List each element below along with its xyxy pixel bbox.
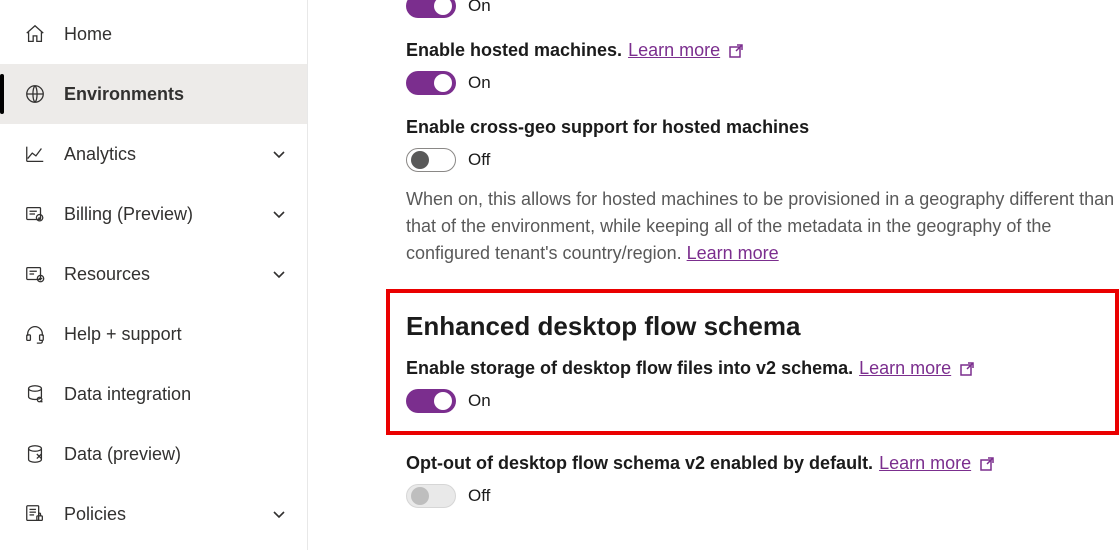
analytics-icon <box>24 143 46 165</box>
toggle-opt-out-v2-default <box>406 484 456 508</box>
setting-unknown-toggle: On <box>406 0 1119 18</box>
toggle-unknown[interactable] <box>406 0 456 18</box>
toggle-state-label: Off <box>468 486 490 506</box>
section-title: Enhanced desktop flow schema <box>406 311 1099 342</box>
external-link-icon <box>959 361 975 377</box>
billing-icon <box>24 203 46 225</box>
toggle-state-label: On <box>468 0 491 16</box>
learn-more-text: Learn more <box>628 40 720 61</box>
sidebar-item-label: Resources <box>64 264 271 285</box>
main-content: On Enable hosted machines. Learn more On… <box>308 0 1119 550</box>
toggle-state-label: Off <box>468 150 490 170</box>
learn-more-link[interactable]: Learn more <box>687 243 779 263</box>
setting-label-text: Enable cross-geo support for hosted mach… <box>406 117 809 138</box>
sidebar-item-label: Environments <box>64 84 287 105</box>
data-preview-icon <box>24 443 46 465</box>
sidebar-item-data-integration[interactable]: Data integration <box>0 364 307 424</box>
learn-more-text: Learn more <box>859 358 951 379</box>
learn-more-link[interactable]: Learn more <box>879 453 995 474</box>
globe-icon <box>24 83 46 105</box>
sidebar-item-label: Billing (Preview) <box>64 204 271 225</box>
home-icon <box>24 23 46 45</box>
learn-more-link[interactable]: Learn more <box>859 358 975 379</box>
sidebar-item-label: Analytics <box>64 144 271 165</box>
setting-description: When on, this allows for hosted machines… <box>406 186 1119 267</box>
toggle-cross-geo[interactable] <box>406 148 456 172</box>
chevron-down-icon <box>271 146 287 162</box>
highlighted-section: Enhanced desktop flow schema Enable stor… <box>386 289 1119 435</box>
chevron-down-icon <box>271 506 287 522</box>
setting-opt-out-v2-default: Opt-out of desktop flow schema v2 enable… <box>406 453 1119 508</box>
sidebar-item-policies[interactable]: Policies <box>0 484 307 544</box>
sidebar-item-label: Home <box>64 24 287 45</box>
chevron-down-icon <box>271 266 287 282</box>
sidebar: Home Environments Analytics Billing (Pre… <box>0 0 308 550</box>
learn-more-link[interactable]: Learn more <box>628 40 744 61</box>
sidebar-item-label: Data (preview) <box>64 444 287 465</box>
setting-cross-geo: Enable cross-geo support for hosted mach… <box>406 117 1119 267</box>
headset-icon <box>24 323 46 345</box>
setting-label-text: Enable storage of desktop flow files int… <box>406 358 853 379</box>
setting-label-text: Enable hosted machines. <box>406 40 622 61</box>
sidebar-item-label: Data integration <box>64 384 287 405</box>
sidebar-item-home[interactable]: Home <box>0 4 307 64</box>
sidebar-item-label: Help + support <box>64 324 287 345</box>
toggle-state-label: On <box>468 391 491 411</box>
policies-icon <box>24 503 46 525</box>
external-link-icon <box>979 456 995 472</box>
setting-label-text: Opt-out of desktop flow schema v2 enable… <box>406 453 873 474</box>
setting-enable-hosted-machines: Enable hosted machines. Learn more On <box>406 40 1119 95</box>
toggle-state-label: On <box>468 73 491 93</box>
sidebar-item-label: Policies <box>64 504 271 525</box>
resources-icon <box>24 263 46 285</box>
toggle-v2-schema-storage[interactable] <box>406 389 456 413</box>
sidebar-item-analytics[interactable]: Analytics <box>0 124 307 184</box>
sidebar-item-help-support[interactable]: Help + support <box>0 304 307 364</box>
sidebar-item-data-preview[interactable]: Data (preview) <box>0 424 307 484</box>
learn-more-text: Learn more <box>879 453 971 474</box>
setting-v2-schema-storage: Enable storage of desktop flow files int… <box>406 358 1099 413</box>
sidebar-item-environments[interactable]: Environments <box>0 64 307 124</box>
data-integration-icon <box>24 383 46 405</box>
chevron-down-icon <box>271 206 287 222</box>
sidebar-item-resources[interactable]: Resources <box>0 244 307 304</box>
external-link-icon <box>728 43 744 59</box>
toggle-enable-hosted-machines[interactable] <box>406 71 456 95</box>
sidebar-item-billing[interactable]: Billing (Preview) <box>0 184 307 244</box>
